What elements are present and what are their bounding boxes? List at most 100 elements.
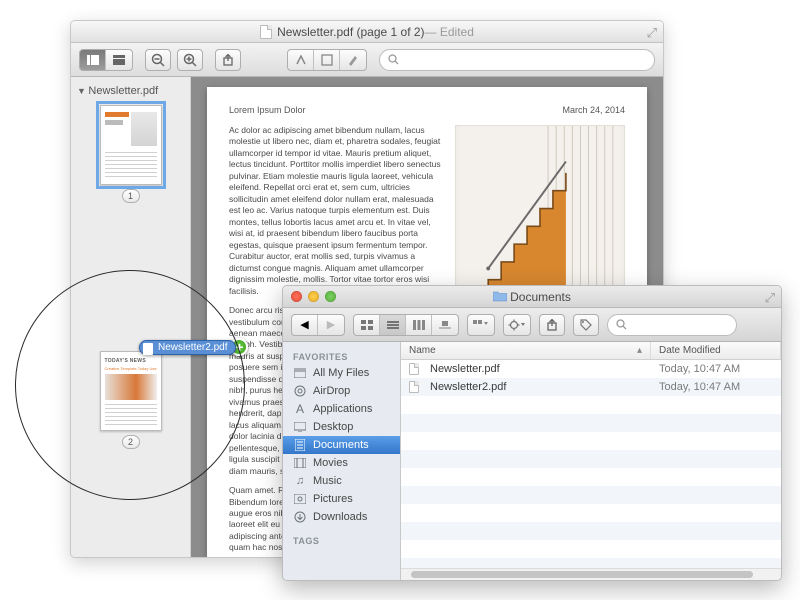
- back-button[interactable]: ◀: [292, 315, 318, 335]
- page-image-stairs: [455, 125, 625, 305]
- body-paragraph: Ac dolor ac adipiscing amet bibendum nul…: [229, 125, 441, 297]
- finder-toolbar: ◀ ▶: [283, 308, 781, 342]
- icon-view-icon[interactable]: [354, 315, 380, 335]
- sidebar-item-music[interactable]: ♫Music: [283, 472, 400, 490]
- column-header-name[interactable]: Name ▴: [401, 342, 651, 359]
- finder-search-field[interactable]: [607, 314, 737, 336]
- thumb-headline: TODAY'S NEWS: [105, 358, 157, 364]
- sidebar-item-movies[interactable]: Movies: [283, 454, 400, 472]
- applications-icon: A: [293, 403, 307, 415]
- sidebar-item-label: AirDrop: [313, 385, 350, 397]
- sidebar-item-applications[interactable]: A Applications: [283, 400, 400, 418]
- all-my-files-icon: [293, 367, 307, 379]
- window-title: Newsletter.pdf (page 1 of 2): [277, 25, 424, 39]
- sidebar-item-desktop[interactable]: Desktop: [283, 418, 400, 436]
- finder-title: Documents: [510, 290, 571, 304]
- finder-sidebar: FAVORITES All My Files AirDrop A Applicat…: [283, 342, 401, 580]
- sidebar-item-label: Desktop: [313, 421, 353, 433]
- documents-icon: [293, 439, 307, 451]
- preview-titlebar: Newsletter.pdf (page 1 of 2) — Edited ⤢: [71, 21, 663, 43]
- file-icon: [409, 381, 419, 393]
- search-icon: [388, 54, 399, 65]
- file-row[interactable]: Newsletter2.pdf Today, 10:47 AM: [401, 378, 781, 396]
- file-rows[interactable]: Newsletter.pdf Today, 10:47 AM Newslette…: [401, 360, 781, 568]
- file-row[interactable]: Newsletter.pdf Today, 10:47 AM: [401, 360, 781, 378]
- sidebar-doc-title[interactable]: Newsletter.pdf: [71, 83, 190, 99]
- pictures-icon: [293, 493, 307, 505]
- gear-icon[interactable]: [504, 315, 530, 335]
- column-headers: Name ▴ Date Modified: [401, 342, 781, 360]
- tags-button[interactable]: [573, 314, 599, 336]
- view-mode-segmented[interactable]: [79, 49, 133, 71]
- zoom-out-button[interactable]: [145, 49, 171, 71]
- sidebar-item-label: Movies: [313, 457, 348, 469]
- preview-search-field[interactable]: [379, 49, 655, 71]
- search-icon: [616, 319, 627, 330]
- sidebar-item-all-my-files[interactable]: All My Files: [283, 364, 400, 382]
- markup-segmented[interactable]: [287, 49, 367, 71]
- sidebar-item-downloads[interactable]: Downloads: [283, 508, 400, 526]
- thumb-subhead: Creative Template Today Use: [105, 366, 157, 371]
- minimize-button[interactable]: [308, 291, 319, 302]
- file-list: Name ▴ Date Modified Newsletter.pdf Today…: [401, 342, 781, 580]
- sidebar-section-tags: TAGS: [283, 532, 400, 548]
- thumbnails-view-icon[interactable]: [80, 50, 106, 70]
- page-header-left: Lorem Ipsum Dolor: [229, 105, 306, 115]
- sidebar-item-label: Downloads: [313, 511, 367, 523]
- forward-button[interactable]: ▶: [318, 315, 344, 335]
- horizontal-scrollbar[interactable]: [401, 568, 781, 580]
- sidebar-item-label: Documents: [313, 439, 369, 451]
- coverflow-view-icon[interactable]: [432, 315, 458, 335]
- file-name: Newsletter2.pdf: [430, 381, 506, 393]
- folder-icon: [493, 290, 505, 304]
- column-header-label: Name: [409, 345, 436, 356]
- preview-toolbar: [71, 43, 663, 77]
- sidebar-item-label: Pictures: [313, 493, 353, 505]
- file-date: Today, 10:47 AM: [651, 381, 781, 393]
- arrange-menu[interactable]: [467, 314, 495, 336]
- music-icon: ♫: [293, 475, 307, 487]
- highlight-icon[interactable]: [288, 50, 314, 70]
- edit-icon[interactable]: [340, 50, 366, 70]
- sort-asc-icon: ▴: [637, 345, 642, 356]
- close-button[interactable]: [291, 291, 302, 302]
- sidebar-item-label: All My Files: [313, 367, 369, 379]
- sidebar-item-label: Applications: [313, 403, 372, 415]
- sidebar-item-airdrop[interactable]: AirDrop: [283, 382, 400, 400]
- finder-view-segmented[interactable]: [353, 314, 459, 336]
- action-menu[interactable]: [503, 314, 531, 336]
- desktop-icon: [293, 421, 307, 433]
- airdrop-icon: [293, 385, 307, 397]
- page-number-badge: 1: [122, 189, 140, 203]
- page-thumbnail-2[interactable]: TODAY'S NEWS Creative Template Today Use: [100, 351, 162, 431]
- downloads-icon: [293, 511, 307, 523]
- zoom-button[interactable]: [325, 291, 336, 302]
- file-name: Newsletter.pdf: [430, 363, 500, 375]
- content-view-icon[interactable]: [106, 50, 132, 70]
- sidebar-section-favorites: FAVORITES: [283, 348, 400, 364]
- page-header-right: March 24, 2014: [562, 105, 625, 115]
- fullscreen-icon[interactable]: ⤢: [765, 290, 775, 306]
- finder-window: Documents ⤢ ◀ ▶ FAVORITES All My Files: [282, 285, 782, 581]
- sidebar-item-documents[interactable]: Documents: [283, 436, 400, 454]
- page-thumbnail-1[interactable]: [100, 105, 162, 185]
- finder-titlebar: Documents ⤢: [283, 286, 781, 308]
- nav-back-forward[interactable]: ◀ ▶: [291, 314, 345, 336]
- share-button[interactable]: [539, 314, 565, 336]
- movies-icon: [293, 457, 307, 469]
- column-header-date[interactable]: Date Modified: [651, 342, 781, 359]
- file-icon: [409, 363, 419, 375]
- fullscreen-icon[interactable]: ⤢: [647, 25, 657, 41]
- file-date: Today, 10:47 AM: [651, 363, 781, 375]
- share-button[interactable]: [215, 49, 241, 71]
- arrange-icon[interactable]: [468, 315, 494, 335]
- page-number-badge: 2: [122, 435, 140, 449]
- window-title-edited: — Edited: [425, 25, 474, 39]
- list-view-icon[interactable]: [380, 315, 406, 335]
- document-icon: [260, 25, 272, 39]
- column-view-icon[interactable]: [406, 315, 432, 335]
- column-header-label: Date Modified: [659, 345, 721, 356]
- annotate-icon[interactable]: [314, 50, 340, 70]
- zoom-in-button[interactable]: [177, 49, 203, 71]
- sidebar-item-pictures[interactable]: Pictures: [283, 490, 400, 508]
